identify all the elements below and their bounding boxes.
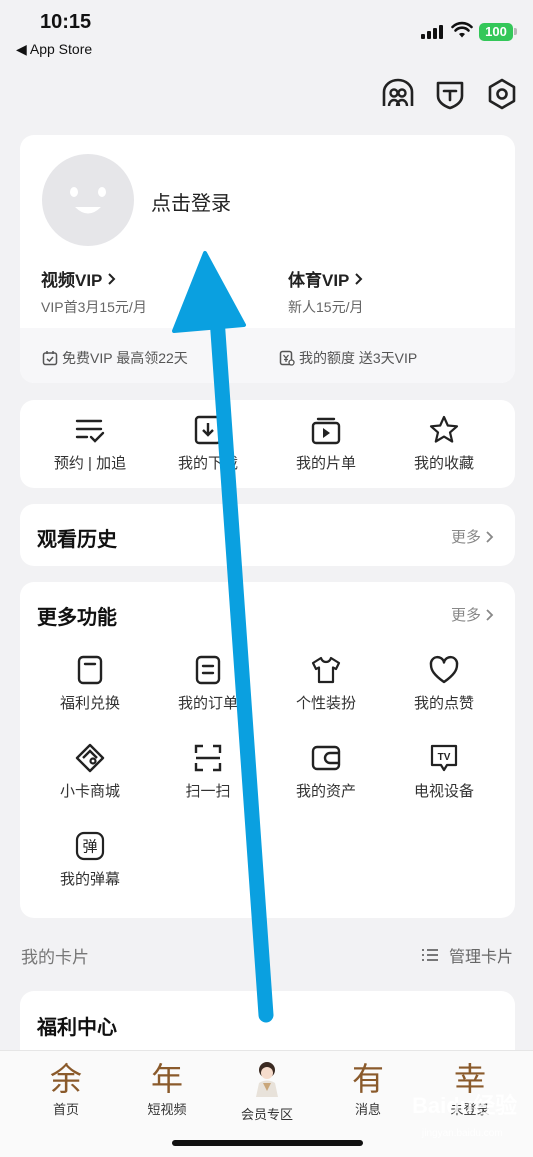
more-label: 更多 <box>450 529 481 546</box>
video-vip-title[interactable]: 视频VIP <box>41 266 117 291</box>
tv-icon: TV <box>430 744 458 772</box>
quota-benefit[interactable]: 我的额度 送3天VIP <box>279 348 417 368</box>
wallet-icon <box>311 745 341 771</box>
feature-orders[interactable]: 我的订单 <box>148 654 268 713</box>
more-features-card: 更多功能 更多 福利兑换 我的订单 个性装扮 我的点赞 小卡商城 扫一扫 我的资… <box>20 582 515 918</box>
quick-action-label: 我的片单 <box>295 455 356 472</box>
download-icon <box>194 415 222 445</box>
watch-history-card[interactable]: 观看历史 更多 <box>20 504 515 566</box>
tab-short-video[interactable]: 年 短视频 <box>127 1059 207 1118</box>
feature-label: 电视设备 <box>413 783 474 800</box>
my-cards-title: 我的卡片 <box>21 948 89 967</box>
home-indicator <box>172 1140 363 1146</box>
list-check-icon <box>75 419 105 443</box>
tab-label: 会员专区 <box>240 1107 293 1122</box>
star-icon <box>429 415 459 443</box>
more-features-title: 更多功能 <box>37 607 117 629</box>
watermark-text: Baidu经验 <box>412 1093 518 1118</box>
feature-label: 我的资产 <box>295 783 356 800</box>
gift-card-icon <box>77 655 103 685</box>
tab-short-video-icon: 年 <box>150 1060 183 1098</box>
quota-text: 我的额度 送3天VIP <box>299 350 418 366</box>
battery-indicator: 100 <box>479 23 513 41</box>
tab-home-icon: 余 <box>49 1060 82 1098</box>
feature-label: 个性装扮 <box>295 695 356 712</box>
feature-label: 小卡商城 <box>59 783 120 800</box>
tab-vip-zone[interactable]: 会员专区 <box>227 1059 307 1123</box>
quick-action-reserve[interactable]: 预约 | 加追 <box>30 414 150 473</box>
more-label: 更多 <box>450 607 481 624</box>
tab-home[interactable]: 余 首页 <box>26 1059 106 1118</box>
feature-label: 我的点赞 <box>413 695 474 712</box>
feature-likes[interactable]: 我的点赞 <box>384 654 504 713</box>
chevron-right-icon <box>355 273 363 285</box>
tv-glyph: TV <box>438 752 451 763</box>
list-icon <box>421 949 438 961</box>
tab-label: 首页 <box>52 1102 79 1117</box>
wifi-icon <box>451 21 473 38</box>
profile-card: 点击登录 视频VIP VIP首3月15元/月 体育VIP 新人15元/月 免费V… <box>20 135 515 383</box>
video-vip-subtitle: VIP首3月15元/月 <box>41 299 147 315</box>
settings-icon[interactable] <box>484 76 520 112</box>
feature-label: 福利兑换 <box>59 695 120 712</box>
feature-label: 扫一扫 <box>185 783 231 800</box>
video-vip-label: 视频VIP <box>41 271 103 290</box>
quick-action-label: 我的下载 <box>177 455 238 472</box>
quick-action-label: 预约 | 加追 <box>53 455 127 472</box>
history-more-link[interactable]: 更多 <box>451 526 495 547</box>
friends-icon[interactable] <box>380 76 416 112</box>
feature-scan[interactable]: 扫一扫 <box>148 742 268 801</box>
shield-icon[interactable] <box>432 76 468 112</box>
feature-danmaku[interactable]: 弹 我的弹幕 <box>30 830 150 889</box>
feature-gift-exchange[interactable]: 福利兑换 <box>30 654 150 713</box>
smiley-face-icon <box>70 187 106 214</box>
tab-label: 短视频 <box>147 1102 187 1117</box>
sports-vip-subtitle: 新人15元/月 <box>288 299 364 315</box>
free-vip-text: 免费VIP 最高领22天 <box>62 350 188 366</box>
free-vip-benefit[interactable]: 免费VIP 最高领22天 <box>42 348 188 368</box>
watermark-url: jingyan.baidu.com <box>422 1128 503 1139</box>
signal-icon <box>421 23 445 39</box>
sports-vip-title[interactable]: 体育VIP <box>288 266 364 291</box>
login-prompt[interactable]: 点击登录 <box>151 187 231 216</box>
feature-label: 我的订单 <box>177 695 238 712</box>
history-title: 观看历史 <box>37 529 117 551</box>
avatar[interactable] <box>42 154 134 246</box>
manage-cards-label: 管理卡片 <box>448 949 513 966</box>
chevron-right-icon <box>108 273 116 285</box>
quick-action-playlist[interactable]: 我的片单 <box>266 414 386 473</box>
chevron-right-icon <box>486 608 494 621</box>
chevron-right-icon <box>486 530 494 543</box>
danmaku-glyph: 弹 <box>82 838 97 856</box>
sports-vip-label: 体育VIP <box>288 271 350 290</box>
back-to-app-store[interactable]: ◀ App Store <box>16 41 92 58</box>
feature-card-shop[interactable]: 小卡商城 <box>30 742 150 801</box>
feature-tv-device[interactable]: TV 电视设备 <box>384 742 504 801</box>
benefit-bar: 免费VIP 最高领22天 我的额度 送3天VIP <box>20 328 515 383</box>
status-bar: 10:15 ◀ App Store 100 <box>0 0 533 62</box>
more-features-more-link[interactable]: 更多 <box>451 604 495 625</box>
quick-action-label: 我的收藏 <box>413 455 474 472</box>
heart-icon <box>429 655 459 684</box>
feature-dress-up[interactable]: 个性装扮 <box>266 654 386 713</box>
quick-action-favorites[interactable]: 我的收藏 <box>384 414 504 473</box>
welfare-title: 福利中心 <box>37 1017 117 1039</box>
quick-actions-card: 预约 | 加追 我的下载 我的片单 我的收藏 <box>20 400 515 488</box>
manage-cards-button[interactable]: 管理卡片 <box>421 943 513 967</box>
feature-assets[interactable]: 我的资产 <box>266 742 386 801</box>
battery-tip <box>514 28 517 35</box>
playlist-icon <box>311 417 341 445</box>
card-shop-icon <box>75 743 105 773</box>
watermark: Baidu经验 jingyan.baidu.com <box>382 1080 522 1150</box>
quota-icon <box>279 350 295 366</box>
scan-icon <box>194 744 222 772</box>
calendar-check-icon <box>42 351 58 366</box>
quick-action-download[interactable]: 我的下载 <box>148 414 268 473</box>
danmaku-icon: 弹 <box>75 831 105 861</box>
vip-mascot-icon <box>256 1062 278 1097</box>
feature-label: 我的弹幕 <box>59 871 120 888</box>
tshirt-icon <box>311 656 341 684</box>
status-time: 10:15 <box>40 11 92 33</box>
order-icon <box>195 655 221 685</box>
